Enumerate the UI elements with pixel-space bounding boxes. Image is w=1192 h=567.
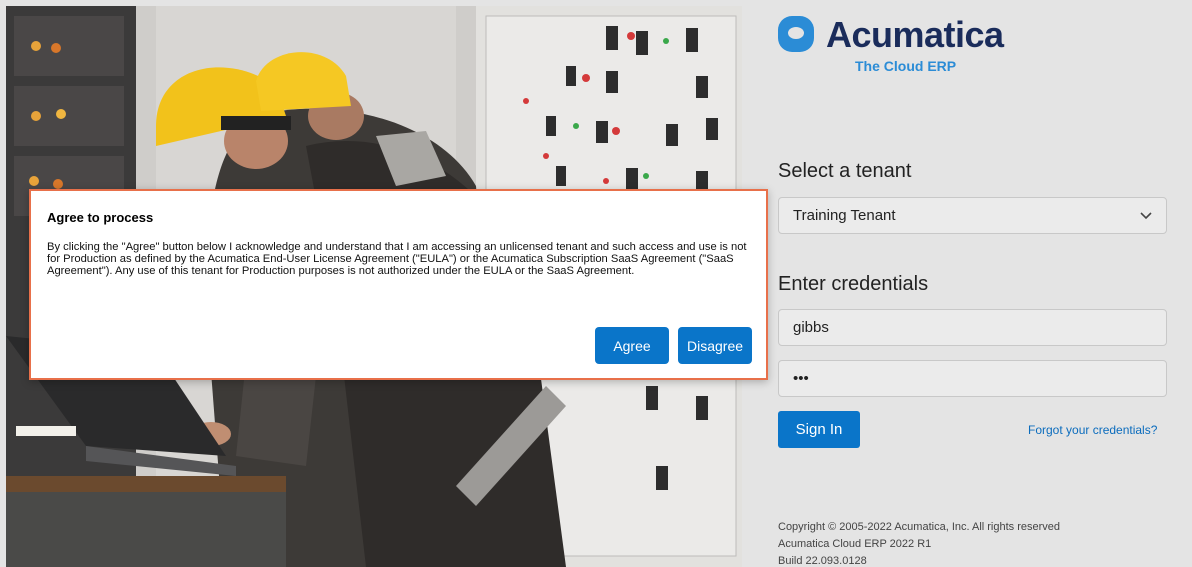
enter-credentials-heading: Enter credentials [778, 273, 929, 295]
copyright-text: Copyright © 2005-2022 Acumatica, Inc. Al… [778, 521, 1061, 533]
brand-tagline: The Cloud ERP [855, 58, 957, 74]
password-field[interactable]: ••• [778, 360, 1167, 397]
tenant-select-value: Training Tenant [793, 207, 896, 224]
tenant-select[interactable]: Training Tenant [778, 197, 1167, 234]
username-value: gibbs [793, 319, 829, 336]
disagree-button[interactable]: Disagree [678, 327, 752, 364]
chevron-down-icon [1140, 208, 1152, 223]
acumatica-logo-icon [778, 16, 814, 52]
dialog-title: Agree to process [47, 210, 154, 225]
acumatica-logo: Acumatica The Cloud ERP [778, 14, 1018, 76]
sign-in-button[interactable]: Sign In [778, 411, 860, 448]
login-panel: Acumatica The Cloud ERP Select a tenant … [742, 0, 1192, 567]
select-tenant-heading: Select a tenant [778, 160, 912, 182]
build-number-text: Build 22.093.0128 [778, 555, 867, 567]
forgot-credentials-link[interactable]: Forgot your credentials? [1028, 423, 1157, 437]
agree-to-process-dialog: Agree to process By clicking the "Agree"… [29, 189, 768, 380]
agree-button[interactable]: Agree [595, 327, 669, 364]
brand-name: Acumatica [826, 14, 1004, 55]
dialog-body-text: By clicking the "Agree" button below I a… [47, 241, 747, 277]
password-value: ••• [793, 370, 809, 387]
username-field[interactable]: gibbs [778, 309, 1167, 346]
product-version-text: Acumatica Cloud ERP 2022 R1 [778, 538, 932, 550]
